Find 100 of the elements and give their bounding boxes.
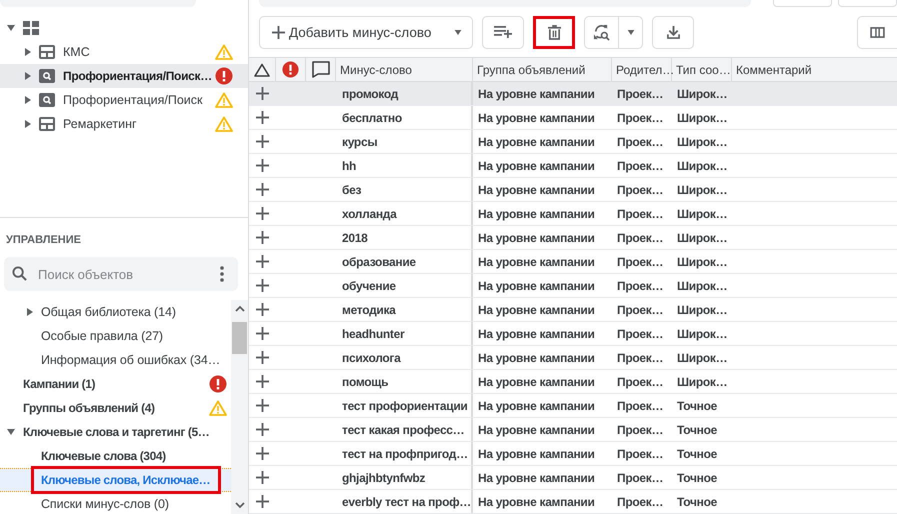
- table-row[interactable]: тест какая професс… На уровне кампании Проек… Точное: [249, 418, 897, 442]
- table-cell-text: На уровне кампании: [477, 86, 596, 102]
- item-label: Группы объявлений (4): [23, 401, 156, 415]
- plus-icon[interactable]: [256, 327, 269, 340]
- add-button[interactable]: Добавить минус-слово: [259, 16, 473, 48]
- tree-item[interactable]: Ключевые слова и таргетинг (5…: [0, 420, 231, 444]
- table-row[interactable]: промокод На уровне кампании Проек… Широк…: [249, 82, 897, 106]
- caret-right-icon[interactable]: [27, 308, 33, 316]
- search-field[interactable]: Поиск объектов: [4, 257, 238, 291]
- item-label: Общая библиотека (14): [41, 305, 177, 319]
- table-cell-text: Широк…: [676, 374, 728, 390]
- table-row[interactable]: помощь На уровне кампании Проек… Широк…: [249, 370, 897, 394]
- tree-item[interactable]: Ремаркетинг: [0, 112, 248, 136]
- delete-button[interactable]: [533, 16, 575, 48]
- table-cell-text: На уровне кампании: [477, 326, 596, 342]
- table-cell-text: На уровне кампании: [477, 494, 596, 510]
- plus-icon[interactable]: [256, 303, 269, 316]
- table-row[interactable]: курсы На уровне кампании Проек… Широк…: [249, 130, 897, 154]
- table-cell-text: Широк…: [676, 326, 728, 342]
- table-row[interactable]: без На уровне кампании Проек… Широк…: [249, 178, 897, 202]
- plus-icon[interactable]: [256, 399, 269, 412]
- table-row[interactable]: обучение На уровне кампании Проек… Широк…: [249, 274, 897, 298]
- table-cell: everbly тест на проф…: [336, 490, 473, 513]
- refresh-button[interactable]: [584, 16, 643, 48]
- table-row[interactable]: ghjajhbtynfwbz На уровне кампании Проек… Точное: [249, 466, 897, 490]
- plus-icon[interactable]: [256, 87, 269, 100]
- table-row[interactable]: холланда На уровне кампании Проек… Широк…: [249, 202, 897, 226]
- download-button[interactable]: [652, 16, 694, 48]
- caret-icon[interactable]: [454, 30, 462, 34]
- plus-icon[interactable]: [256, 135, 269, 148]
- table-cell-text: Проек…: [616, 182, 664, 198]
- plus-icon[interactable]: [256, 159, 269, 172]
- table-row[interactable]: тест на профпригод… На уровне кампании Проек… Точное: [249, 442, 897, 466]
- caret-right-icon[interactable]: [25, 120, 31, 128]
- caret-right-icon[interactable]: [25, 96, 31, 104]
- column-header[interactable]: Комментарий: [732, 58, 897, 81]
- caret-right-icon[interactable]: [25, 72, 31, 80]
- table-row[interactable]: headhunter На уровне кампании Проек… Широк…: [249, 322, 897, 346]
- table-row[interactable]: тест профориентации На уровне кампании Проек… Точное: [249, 394, 897, 418]
- plus-icon[interactable]: [256, 495, 269, 508]
- table-row[interactable]: 2018 На уровне кампании Проек… Широк…: [249, 226, 897, 250]
- table-cell: тест профориентации: [336, 394, 473, 417]
- table-row[interactable]: образование На уровне кампании Проек… Широк…: [249, 250, 897, 274]
- plus-icon[interactable]: [256, 447, 269, 460]
- table-row[interactable]: hh На уровне кампании Проек… Широк…: [249, 154, 897, 178]
- table-cell-text: На уровне кампании: [477, 470, 596, 486]
- more-icon[interactable]: [220, 266, 224, 282]
- table-row[interactable]: everbly тест на проф… На уровне кампании Проек… Точное: [249, 490, 897, 514]
- plus-icon[interactable]: [256, 279, 269, 292]
- column-header[interactable]: Группа объявлений: [473, 58, 612, 81]
- column-header[interactable]: Родител…: [612, 58, 672, 81]
- tree-item[interactable]: Информация об ошибках (34…: [0, 348, 231, 372]
- tree-item[interactable]: Ключевые слова, Исключае…: [0, 468, 231, 492]
- plus-icon[interactable]: [256, 231, 269, 244]
- tree-item[interactable]: Группы объявлений (4): [0, 396, 231, 420]
- tree-item[interactable]: Профориентация/Поиск: [0, 88, 248, 112]
- caret-right-icon[interactable]: [25, 48, 31, 56]
- comment-icon[interactable]: [312, 61, 330, 78]
- tree-item[interactable]: КМС: [0, 40, 248, 64]
- table-cell-text: Широк…: [676, 278, 728, 294]
- plus-icon[interactable]: [256, 255, 269, 268]
- download-icon: [666, 26, 680, 38]
- plus-icon[interactable]: [256, 351, 269, 364]
- refresh-icon: [593, 24, 610, 40]
- table-row[interactable]: бесплатно На уровне кампании Проек… Широк…: [249, 106, 897, 130]
- add-list-button[interactable]: [482, 16, 524, 48]
- chevron-down-icon[interactable]: [234, 502, 244, 509]
- plus-icon[interactable]: [256, 207, 269, 220]
- tree-item[interactable]: Списки минус-слов (0): [0, 492, 231, 514]
- table-row[interactable]: методика На уровне кампании Проек… Широк…: [249, 298, 897, 322]
- tree-item[interactable]: Общая библиотека (14): [0, 300, 231, 324]
- tree-item[interactable]: Ключевые слова (304): [0, 444, 231, 468]
- triangle-icon[interactable]: [254, 62, 270, 76]
- caret-icon[interactable]: [7, 429, 15, 435]
- caret-icon[interactable]: [626, 30, 634, 34]
- plus-icon[interactable]: [256, 183, 269, 196]
- table-cell-text: Проек…: [616, 398, 664, 414]
- table-cell-text: На уровне кампании: [477, 110, 596, 126]
- caret-icon[interactable]: [7, 25, 15, 31]
- tree-item[interactable]: Кампании (1): [0, 372, 231, 396]
- plus-icon[interactable]: [256, 471, 269, 484]
- tree-item[interactable]: Профориентация/Поиск…: [0, 64, 248, 88]
- table-row[interactable]: психолога На уровне кампании Проек… Широк…: [249, 346, 897, 370]
- scrollbar[interactable]: [231, 300, 248, 514]
- tree-item[interactable]: Особые правила (27): [0, 324, 231, 348]
- chevron-up-icon[interactable]: [234, 305, 244, 312]
- table-cell-text: Широк…: [676, 230, 728, 246]
- plus-icon: [272, 26, 285, 38]
- plus-icon[interactable]: [256, 423, 269, 436]
- plus-icon[interactable]: [256, 111, 269, 124]
- columns-button[interactable]: [857, 16, 897, 48]
- item-label: Профориентация/Поиск: [63, 93, 204, 107]
- table-cell: методика: [336, 298, 473, 321]
- table-cell: помощь: [336, 370, 473, 393]
- item-label: Ключевые слова и таргетинг (5…: [23, 425, 210, 439]
- column-header[interactable]: Тип соо…: [672, 58, 732, 81]
- column-header[interactable]: Минус-слово: [336, 58, 473, 81]
- scroll-thumb[interactable]: [232, 322, 247, 354]
- error-icon[interactable]: [282, 61, 299, 78]
- plus-icon[interactable]: [256, 375, 269, 388]
